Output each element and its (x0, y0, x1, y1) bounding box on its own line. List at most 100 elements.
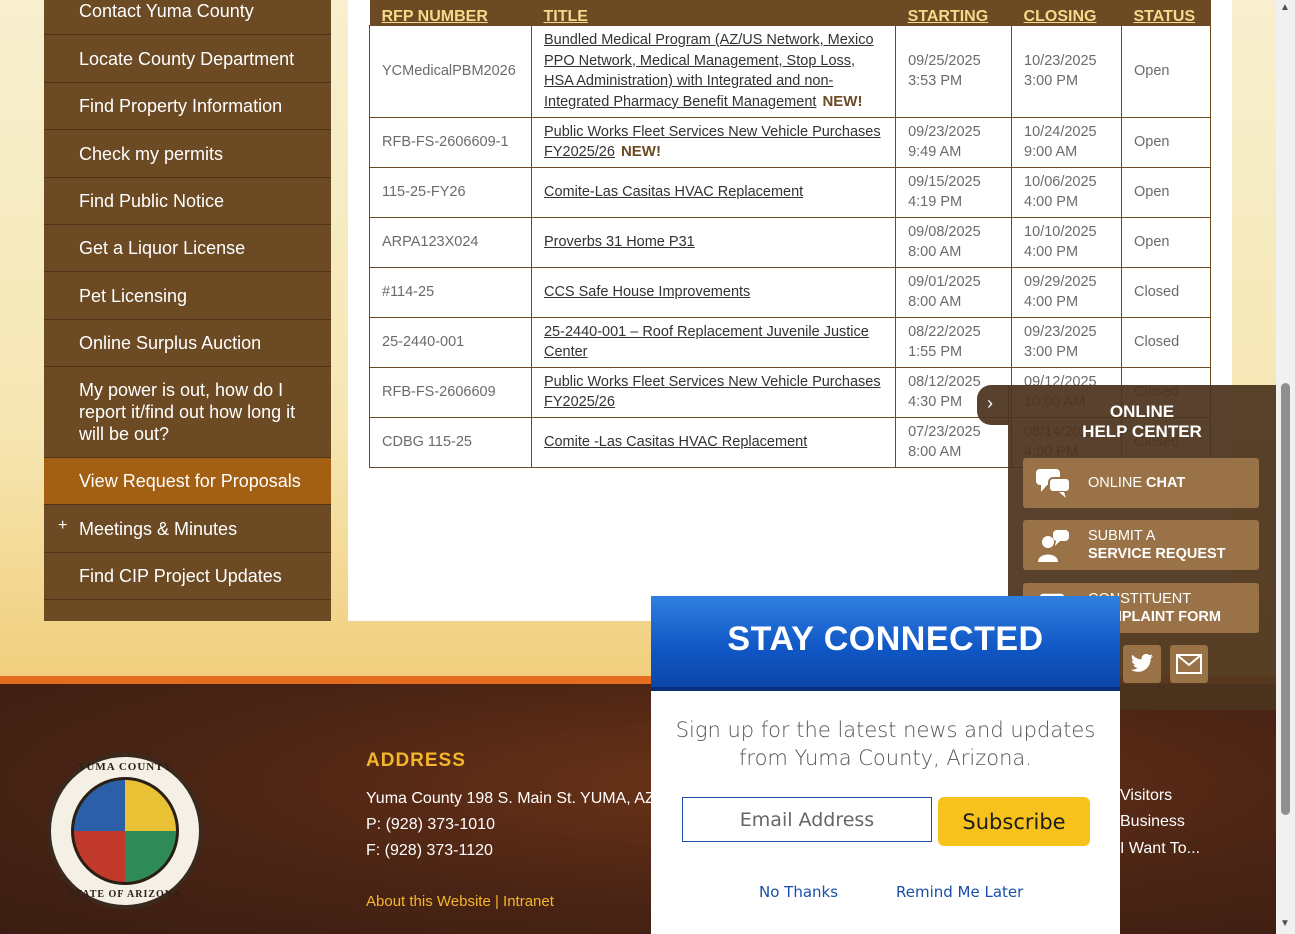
column-header-closing[interactable]: CLOSING (1011, 0, 1122, 25)
rfp-number-cell: RFB-FS-2606609-1 (369, 116, 532, 168)
sidebar-item-label: Find CIP Project Updates (79, 566, 282, 586)
footer-link-visitors[interactable]: Visitors (1120, 787, 1172, 805)
status-cell: Open (1121, 116, 1211, 168)
online-chat-label: ONLINE CHAT (1088, 458, 1185, 508)
close-time: 3:00 PM (1024, 344, 1079, 360)
rfp-title-cell: Comite -Las Casitas HVAC Replacement (530, 416, 897, 468)
phone-line: P: (928) 373-1010 (366, 816, 495, 833)
column-header-rfp-number[interactable]: RFP NUMBER (369, 0, 532, 25)
rfp-title-cell: Bundled Medical Program (AZ/US Network, … (530, 24, 897, 118)
sidebar-item-label: My power is out, how do I report it/find… (79, 380, 296, 444)
rfp-title-link[interactable]: Comite -Las Casitas HVAC Replacement (544, 434, 807, 450)
intranet-link[interactable]: Intranet (503, 893, 554, 910)
rfp-title-cell: Proverbs 31 Home P31 (530, 216, 897, 268)
expand-plus-icon[interactable]: + (58, 515, 67, 537)
new-badge: NEW! (620, 143, 661, 160)
starting-date-cell: 09/01/2025 8:00 AM (895, 266, 1013, 318)
remind-me-later-link[interactable]: Remind Me Later (896, 883, 1023, 901)
about-website-link[interactable]: About this Website (366, 893, 491, 910)
status-cell: Open (1121, 24, 1211, 118)
service-request-button[interactable]: SUBMIT A SERVICE REQUEST (1023, 520, 1259, 570)
online-chat-button[interactable]: ONLINE CHAT (1023, 458, 1259, 508)
service-request-label: SUBMIT A SERVICE REQUEST (1088, 520, 1226, 570)
start-date: 09/08/2025 (908, 223, 981, 240)
rfp-number-cell: 25-2440-001 (369, 316, 532, 368)
sidebar-item-meetings[interactable]: + Meetings & Minutes (44, 505, 331, 553)
subscribe-button[interactable]: Subscribe (938, 797, 1090, 846)
sidebar-item-power-outage[interactable]: My power is out, how do I report it/find… (44, 367, 331, 458)
sidebar-item-public-notice[interactable]: Find Public Notice (44, 178, 331, 225)
footer-links: About this Website | Intranet (366, 893, 554, 910)
email-field[interactable] (682, 797, 932, 842)
sidebar-nav: Contact Yuma County Locate County Depart… (44, 0, 331, 621)
email-button[interactable] (1170, 645, 1208, 683)
start-date: 09/23/2025 (908, 123, 981, 140)
scroll-up-arrow-icon[interactable]: ▲ (1280, 2, 1290, 13)
close-date: 10/06/2025 (1024, 173, 1097, 190)
rfp-title-link[interactable]: Public Works Fleet Services New Vehicle … (544, 374, 881, 411)
close-time: 3:00 PM (1024, 73, 1079, 89)
start-time: 8:00 AM (908, 294, 962, 310)
rfp-title-link[interactable]: Public Works Fleet Services New Vehicle … (544, 124, 881, 161)
sidebar-item-permits[interactable]: Check my permits (44, 130, 331, 178)
scroll-down-arrow-icon[interactable]: ▼ (1280, 918, 1290, 929)
close-date: 09/29/2025 (1024, 273, 1097, 290)
sidebar-item-locate-department[interactable]: Locate County Department (44, 35, 331, 83)
column-header-title[interactable]: TITLE (531, 0, 896, 25)
close-time: 4:00 PM (1024, 194, 1079, 210)
sidebar-item-label: Contact Yuma County (79, 1, 254, 21)
sidebar-item-pet-licensing[interactable]: Pet Licensing (44, 272, 331, 320)
chat-bubbles-icon (1036, 469, 1071, 498)
service-request-label-line1: SUBMIT A (1088, 528, 1156, 544)
rfp-title-cell: Public Works Fleet Services New Vehicle … (530, 116, 897, 168)
rfp-title-link[interactable]: 25-2440-001 – Roof Replacement Juvenile … (544, 324, 869, 361)
address-heading: ADDRESS (366, 750, 466, 771)
column-header-starting[interactable]: STARTING (895, 0, 1012, 25)
seal-top-text: YUMA COUNTY (77, 761, 173, 773)
table-row: ARPA123X024 Proverbs 31 Home P31 09/08/202… (369, 216, 1211, 268)
no-thanks-link[interactable]: No Thanks (759, 883, 838, 901)
modal-title: STAY CONNECTED (727, 620, 1044, 658)
close-date: 10/23/2025 (1024, 52, 1097, 69)
starting-date-cell: 09/25/2025 3:53 PM (895, 24, 1013, 118)
sidebar-item-label: Get a Liquor License (79, 238, 246, 258)
start-date: 09/15/2025 (908, 173, 981, 190)
footer-link-i-want-to[interactable]: I Want To... (1120, 840, 1200, 858)
county-seal-logo[interactable]: YUMA COUNTY STATE OF ARIZONA (47, 753, 203, 909)
status-cell: Open (1121, 166, 1211, 218)
sidebar-item-label: Locate County Department (79, 48, 295, 69)
twitter-button[interactable] (1123, 645, 1161, 683)
close-date: 09/23/2025 (1024, 323, 1097, 340)
rfp-number-cell: YCMedicalPBM2026 (369, 24, 532, 118)
close-date: 10/10/2025 (1024, 223, 1097, 240)
sidebar-item-liquor-license[interactable]: Get a Liquor License (44, 225, 331, 272)
start-time: 9:49 AM (908, 144, 962, 160)
help-center-collapse-tab[interactable]: › (977, 385, 1009, 425)
sidebar-item-label: View Request for Proposals (79, 471, 301, 491)
sidebar-item-rfp[interactable]: View Request for Proposals (44, 458, 331, 505)
closing-date-cell: 10/23/2025 3:00 PM (1011, 24, 1122, 118)
sidebar-item-cip-updates[interactable]: Find CIP Project Updates (44, 553, 331, 600)
rfp-title-link[interactable]: Comite-Las Casitas HVAC Replacement (544, 184, 803, 200)
stay-connected-modal: STAY CONNECTED Sign up for the latest ne… (651, 596, 1120, 934)
closing-date-cell: 10/24/2025 9:00 AM (1011, 116, 1122, 168)
footer-link-business[interactable]: Business (1120, 813, 1185, 831)
chevron-right-icon: › (987, 393, 993, 413)
rfp-title-link[interactable]: Proverbs 31 Home P31 (544, 234, 695, 250)
start-time: 4:19 PM (908, 194, 963, 210)
address-line: Yuma County 198 S. Main St. YUMA, AZ (366, 790, 655, 807)
scrollbar-thumb[interactable] (1281, 383, 1290, 815)
rfp-title-link[interactable]: CCS Safe House Improvements (544, 284, 750, 300)
sidebar-item-label: Online Surplus Auction (79, 333, 262, 353)
help-center-title: ONLINE HELP CENTER (1008, 402, 1276, 442)
start-date: 09/25/2025 (908, 52, 981, 69)
sidebar-item-label: Find Public Notice (79, 191, 225, 211)
sidebar-item-surplus-auction[interactable]: Online Surplus Auction (44, 320, 331, 367)
page-scrollbar[interactable]: ▲ ▼ (1276, 0, 1295, 934)
rfp-number-cell: 115-25-FY26 (369, 166, 532, 218)
sidebar-item-property[interactable]: Find Property Information (44, 83, 331, 130)
start-time: 8:00 AM (908, 444, 962, 460)
column-header-status[interactable]: STATUS (1121, 0, 1211, 25)
sidebar-item-contact[interactable]: Contact Yuma County (44, 0, 331, 35)
close-time: 4:00 PM (1024, 244, 1079, 260)
